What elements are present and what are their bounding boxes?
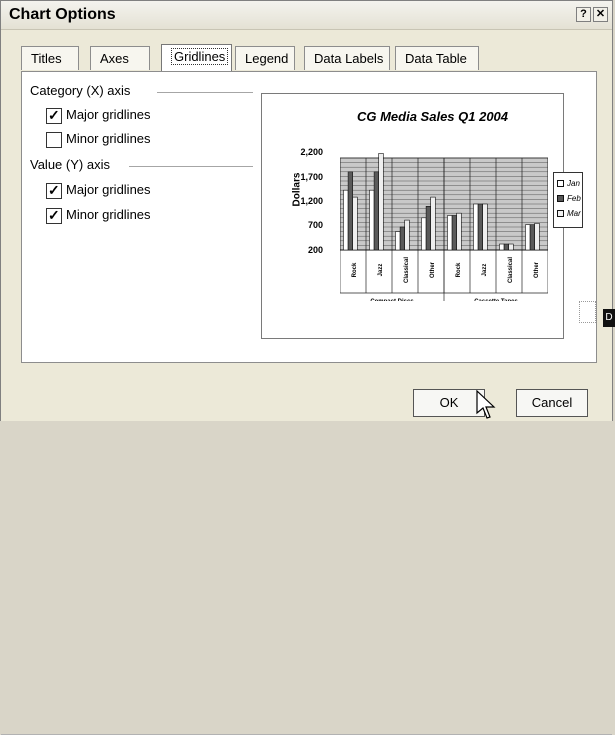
legend-jan-swatch [557,180,564,188]
bar-mar [378,153,384,251]
bar-jan [447,215,453,251]
group-label: Cassette Tapes [474,299,518,301]
title-bar[interactable]: Chart Options ? ✕ [1,1,612,30]
group-label: Compact Discs [370,299,414,301]
ok-button[interactable]: OK [413,389,485,417]
bar-jan [369,189,375,251]
chart-plot: Rock Jazz Classical Other Rock Jazz Classical O… [340,153,548,301]
value-axis-rule [129,166,253,167]
bar-jan [525,224,531,251]
chart-title: CG Media Sales Q1 2004 [356,109,509,124]
bar-mar [508,243,514,251]
bar-feb [451,215,457,251]
category-tick-label: Rock [352,262,358,277]
category-tick-label: Jazz [378,264,384,277]
legend-jan: Jan [557,179,580,188]
bar-jan [421,217,427,251]
bar-feb [347,171,354,251]
bar-mar [482,203,488,251]
bar-jan [395,231,401,251]
tab-titles[interactable]: Titles [21,46,79,70]
y-tick: 1,200 [300,196,323,206]
bar-mar [352,196,358,251]
legend-jan-label: Jan [567,179,580,188]
gridlines-panel: Category (X) axis Major gridlines Minor … [21,71,597,363]
bar-mar [404,219,410,251]
tab-data-table[interactable]: Data Table [395,46,479,70]
chart-options-dialog: Chart Options ? ✕ Titles Axes Gridlines … [0,0,613,735]
close-button[interactable]: ✕ [593,7,608,22]
value-minor-gridlines-checkbox[interactable] [46,207,62,224]
bar-feb [425,206,431,251]
category-axis-label: Category (X) axis [30,83,131,98]
help-button[interactable]: ? [576,7,591,22]
bar-jan [499,243,505,251]
category-tick-label: Rock [456,262,462,277]
bar-feb [529,224,536,251]
category-major-gridlines-checkbox[interactable] [46,107,62,124]
y-tick: 2,200 [300,147,323,157]
category-tick-label: Other [534,261,540,278]
bar-mar [456,212,462,251]
bar-feb [477,203,484,251]
bar-jan [473,203,479,251]
mouse-pointer-icon [476,390,496,419]
dialog-title: Chart Options [9,6,116,23]
bar-feb [503,243,510,251]
tab-gridlines-label: Gridlines [171,48,229,65]
cancel-button[interactable]: Cancel [516,389,588,417]
legend-feb-swatch [557,195,564,203]
category-minor-gridlines-checkbox[interactable] [46,132,62,148]
tab-legend[interactable]: Legend [235,46,295,70]
side-tab[interactable]: D [603,309,615,327]
legend-mar-swatch [557,210,564,218]
value-major-gridlines-checkbox[interactable] [46,182,62,199]
bar-feb [399,226,405,251]
bar-mar [430,196,436,251]
bar-feb [373,171,379,251]
value-axis-label: Value (Y) axis [30,157,110,172]
bar-jan [343,189,349,251]
tab-axes[interactable]: Axes [90,46,150,70]
category-tick-label: Jazz [482,264,488,277]
category-tick-label: Other [430,261,436,278]
tab-data-labels[interactable]: Data Labels [304,46,390,70]
y-tick: 700 [307,220,323,230]
legend-feb: Feb [557,194,581,203]
y-tick: 1,700 [300,172,323,182]
chart-preview: CG Media Sales Q1 2004 Dollars 2,200 1,7… [261,93,583,339]
legend-mar: Mar [557,209,581,218]
legend-feb-label: Feb [567,194,581,203]
category-tick-label: Classical [508,257,514,283]
legend-mar-label: Mar [567,209,581,218]
category-minor-gridlines-label[interactable]: Minor gridlines [66,131,151,146]
resize-grip-icon[interactable] [579,301,596,323]
value-major-gridlines-label[interactable]: Major gridlines [66,182,151,197]
bar-mar [534,223,540,251]
tab-gridlines[interactable]: Gridlines [161,44,232,71]
category-axis-rule [157,92,253,93]
y-tick: 200 [307,245,323,255]
dialog-buttons: OK Cancel [1,363,612,735]
category-major-gridlines-label[interactable]: Major gridlines [66,107,151,122]
value-minor-gridlines-label[interactable]: Minor gridlines [66,207,151,222]
category-tick-label: Classical [404,257,410,283]
chart-legend: Jan Feb Mar [553,172,583,228]
